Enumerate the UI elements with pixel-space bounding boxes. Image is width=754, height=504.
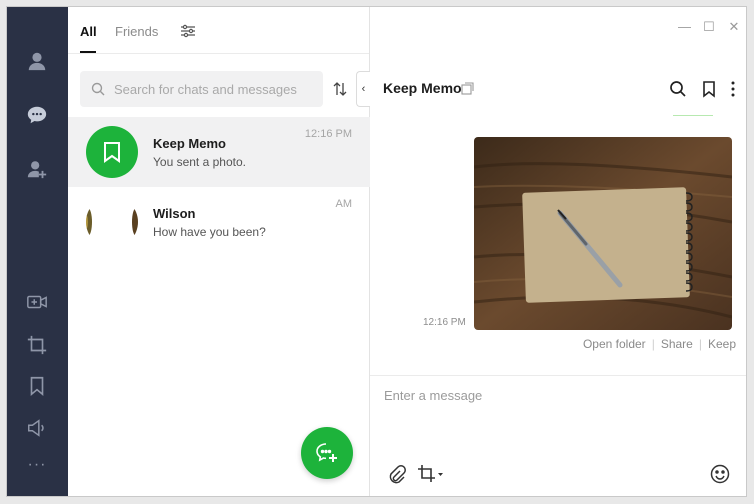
tab-friends[interactable]: Friends: [115, 24, 158, 39]
chat-list-pane: All Friends ‹ Keep Memo You sent a photo…: [68, 7, 370, 496]
separator: |: [651, 337, 655, 351]
tab-all[interactable]: All: [80, 24, 97, 39]
chats-icon: [27, 106, 47, 124]
announcement-button[interactable]: [21, 412, 53, 444]
separator: |: [698, 337, 702, 351]
keep-link[interactable]: Keep: [708, 337, 736, 351]
wilson-avatar: [86, 196, 138, 248]
chat-item-keep-memo[interactable]: Keep Memo You sent a photo. 12:16 PM: [68, 117, 370, 187]
previous-message-edge: [673, 115, 713, 116]
close-button[interactable]: ✕: [728, 19, 740, 35]
keep-memo-avatar: [86, 126, 138, 178]
chats-nav-button[interactable]: [21, 99, 53, 131]
maximize-button[interactable]: ☐: [703, 19, 715, 35]
chat-name: Wilson: [153, 206, 196, 221]
chat-time: 12:16 PM: [304, 128, 352, 140]
screenshot-button[interactable]: [21, 329, 53, 361]
notebook-photo: [474, 137, 732, 330]
profile-photo: [86, 208, 138, 236]
search-input[interactable]: [114, 71, 314, 107]
video-call-button[interactable]: [21, 286, 53, 318]
chat-title: Keep Memo: [383, 80, 462, 96]
chat-name: Keep Memo: [153, 136, 226, 151]
bookmark-icon: [104, 142, 120, 163]
filter-settings-icon[interactable]: [180, 23, 196, 39]
popout-icon[interactable]: [461, 82, 474, 95]
photo-message[interactable]: [474, 137, 732, 330]
emoji-icon[interactable]: [710, 464, 730, 484]
new-chat-icon: [316, 443, 337, 462]
list-tabs: All Friends: [68, 7, 369, 54]
chat-preview: How have you been?: [153, 225, 266, 239]
profile-icon: [28, 52, 46, 71]
message-input[interactable]: [384, 388, 724, 438]
share-link[interactable]: Share: [661, 337, 693, 351]
chat-preview: You sent a photo.: [153, 155, 246, 169]
screenshot-icon: [27, 335, 47, 355]
chat-pane: — ☐ ✕ Keep Memo 12:16 PM Open folder | S…: [370, 7, 746, 496]
active-tab-indicator: [80, 51, 96, 53]
app-window: ··· All Friends ‹ Keep Memo You sent a p…: [6, 6, 747, 497]
keep-nav-button[interactable]: [21, 370, 53, 402]
chat-item-wilson[interactable]: Wilson How have you been? AM: [68, 187, 370, 257]
chat-time: AM: [335, 198, 353, 210]
search-icon[interactable]: [669, 80, 687, 98]
minimize-button[interactable]: —: [678, 19, 691, 35]
keep-icon: [30, 376, 44, 397]
add-friend-icon: [27, 161, 47, 179]
screenshot-dropdown-icon[interactable]: [417, 464, 445, 484]
keep-bookmark-icon[interactable]: [700, 80, 718, 98]
message-time: 12:16 PM: [423, 317, 466, 328]
attach-icon[interactable]: [386, 464, 406, 484]
more-options-icon[interactable]: [724, 80, 742, 98]
search-icon: [91, 82, 105, 96]
open-folder-link[interactable]: Open folder: [583, 337, 646, 351]
nav-rail: ···: [7, 7, 68, 496]
more-icon[interactable]: ···: [21, 449, 53, 481]
video-call-icon: [27, 295, 47, 309]
new-chat-button[interactable]: [301, 427, 353, 479]
photo-actions: Open folder | Share | Keep: [583, 337, 736, 351]
search-box: [80, 71, 323, 107]
announcement-icon: [28, 419, 44, 437]
friends-nav-button[interactable]: [21, 45, 53, 77]
add-friend-nav-button[interactable]: [21, 153, 53, 185]
window-controls: — ☐ ✕: [678, 19, 740, 35]
sort-icon[interactable]: [332, 81, 348, 97]
message-composer: [370, 375, 746, 496]
collapse-list-button[interactable]: ‹: [356, 71, 370, 107]
